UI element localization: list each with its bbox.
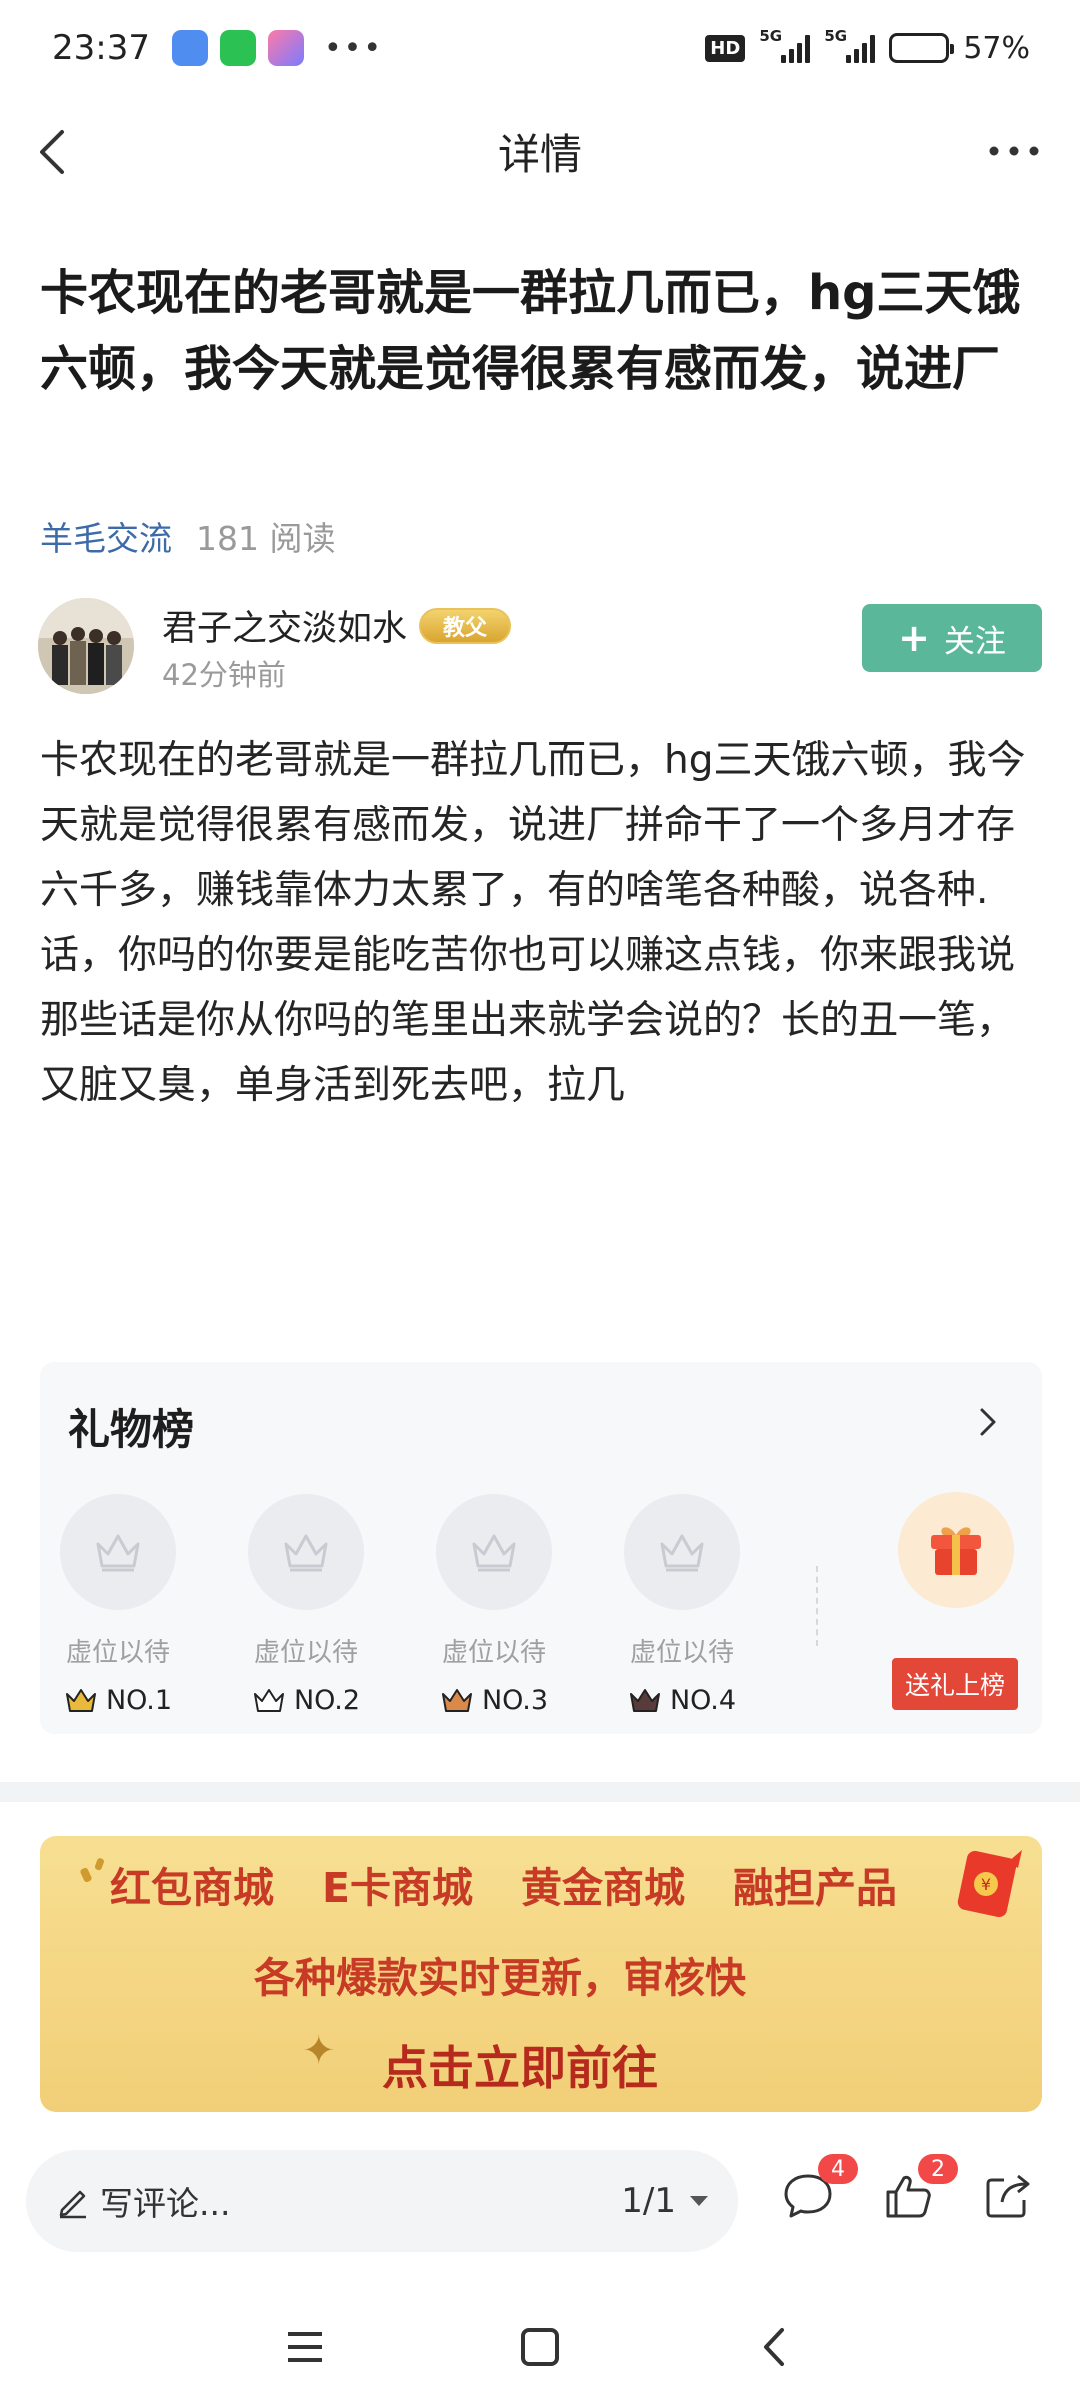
category-link[interactable]: 羊毛交流 bbox=[40, 512, 172, 560]
plus-icon: + bbox=[898, 616, 930, 660]
menu-icon[interactable] bbox=[280, 2322, 330, 2372]
network-type-label: 5G bbox=[824, 27, 848, 45]
rank-label: NO.1 bbox=[105, 1685, 173, 1716]
more-options-icon[interactable] bbox=[984, 126, 1044, 176]
empty-slot-crown-icon bbox=[436, 1494, 552, 1610]
crown-icon bbox=[253, 1688, 284, 1712]
avatar-photo-icon bbox=[38, 598, 134, 694]
comment-count-badge: 4 bbox=[818, 2154, 858, 2184]
avatar[interactable] bbox=[38, 598, 134, 694]
follow-label: 关注 bbox=[943, 623, 1006, 660]
slot-placeholder: 虚位以待 bbox=[629, 1638, 734, 1668]
like-count-badge: 2 bbox=[918, 2154, 958, 2184]
gift-ranking-title: 礼物榜 bbox=[68, 1405, 195, 1454]
system-back-icon[interactable] bbox=[750, 2322, 800, 2372]
banner-item: E卡商城 bbox=[322, 1864, 474, 1912]
battery-icon bbox=[889, 33, 955, 63]
banner-categories: 红包商城 E卡商城 黄金商城 融担产品 bbox=[110, 1854, 897, 1914]
empty-slot-crown-icon bbox=[624, 1494, 740, 1610]
slot-rank: NO.4 bbox=[622, 1685, 742, 1716]
signal-icon: 5G bbox=[759, 27, 811, 63]
empty-slot-crown-icon bbox=[248, 1494, 364, 1610]
back-arrow-icon[interactable] bbox=[28, 122, 88, 182]
read-count: 181 阅读 bbox=[196, 519, 336, 558]
author-name[interactable]: 君子之交淡如水 bbox=[162, 600, 407, 651]
top-nav-bar: 详情 bbox=[0, 96, 1080, 206]
pen-icon bbox=[59, 2190, 86, 2219]
crown-icon bbox=[629, 1688, 660, 1712]
status-bar: 23:37 ••• HD 5G 5G 57% bbox=[0, 0, 1080, 96]
gift-ranking-card: 礼物榜 虚位以待 NO.1 虚位以待 NO.2 虚位以待 NO.3 虚位以待 N… bbox=[40, 1362, 1042, 1734]
slot-rank: NO.3 bbox=[434, 1685, 554, 1716]
battery-percent: 57% bbox=[963, 30, 1030, 66]
mail-app-icon bbox=[171, 30, 208, 66]
promo-banner[interactable]: 红包商城 E卡商城 黄金商城 融担产品 各种爆款实时更新，审核快 ✦ 点击立即前… bbox=[40, 1836, 1042, 2112]
caret-down-icon bbox=[690, 2196, 708, 2206]
status-app-icons: ••• bbox=[171, 30, 384, 66]
rank-label: NO.2 bbox=[293, 1685, 361, 1716]
slot-rank: NO.1 bbox=[58, 1685, 178, 1716]
share-icon[interactable] bbox=[980, 2168, 1036, 2224]
post-time: 42分钟前 bbox=[162, 658, 286, 692]
hd-icon: HD bbox=[705, 34, 746, 62]
slot-placeholder: 虚位以待 bbox=[253, 1638, 358, 1668]
gift-slot[interactable]: 虚位以待 NO.2 bbox=[246, 1494, 366, 1716]
network-type-label: 5G bbox=[759, 27, 783, 45]
slot-rank: NO.2 bbox=[246, 1685, 366, 1716]
banner-item: 黄金商城 bbox=[521, 1864, 686, 1912]
gift-slot[interactable]: 虚位以待 NO.3 bbox=[434, 1494, 554, 1716]
page-selector[interactable]: 1/1 bbox=[621, 2181, 710, 2221]
post-body: 卡农现在的老哥就是一群拉几而已，hg三天饿六顿，我今天就是觉得很累有感而发，说进… bbox=[40, 738, 1026, 1108]
gift-slot[interactable]: 虚位以待 NO.1 bbox=[58, 1494, 178, 1716]
svg-text:¥: ¥ bbox=[981, 1875, 991, 1894]
gift-slot[interactable]: 虚位以待 NO.4 bbox=[622, 1494, 742, 1716]
author-name-row: 君子之交淡如水 教父 bbox=[162, 600, 512, 651]
banner-item: 融担产品 bbox=[733, 1864, 898, 1912]
slot-placeholder: 虚位以待 bbox=[65, 1638, 170, 1668]
banner-cta: 点击立即前往 bbox=[382, 2041, 658, 2095]
page-title: 详情 bbox=[497, 129, 582, 179]
home-icon[interactable] bbox=[515, 2322, 565, 2372]
author-row: 君子之交淡如水 教父 42分钟前 + 关注 bbox=[38, 598, 1042, 698]
comment-input[interactable]: 写评论... 1/1 bbox=[26, 2150, 738, 2252]
crown-icon bbox=[441, 1688, 472, 1712]
page-number: 1/1 bbox=[621, 2181, 676, 2221]
rank-label: NO.4 bbox=[669, 1685, 737, 1716]
chevron-right-icon[interactable] bbox=[968, 1402, 1008, 1442]
comment-placeholder: 写评论... bbox=[100, 2184, 231, 2223]
crown-icon bbox=[65, 1688, 96, 1712]
status-time: 23:37 bbox=[52, 28, 150, 68]
more-notifications-icon: ••• bbox=[323, 30, 384, 66]
send-gift-button[interactable]: 送礼上榜 bbox=[892, 1658, 1018, 1710]
gift-box-icon[interactable] bbox=[898, 1492, 1014, 1608]
empty-slot-crown-icon bbox=[60, 1494, 176, 1610]
bottom-action-bar: 写评论... 1/1 4 2 bbox=[0, 2124, 1080, 2286]
post-title: 卡农现在的老哥就是一群拉几而已，hg三天饿六顿，我今天就是觉得很累有感而发，说进… bbox=[40, 265, 1021, 397]
rank-label: NO.3 bbox=[481, 1685, 549, 1716]
wechat-app-icon bbox=[219, 30, 256, 66]
divider bbox=[816, 1566, 818, 1646]
post-meta: 羊毛交流 181 阅读 bbox=[40, 512, 335, 560]
follow-button[interactable]: + 关注 bbox=[862, 604, 1042, 672]
red-envelope-mascot-icon: ¥ bbox=[957, 1850, 1022, 1918]
banner-subtitle: 各种爆款实时更新，审核快 bbox=[254, 1954, 746, 2002]
slot-placeholder: 虚位以待 bbox=[441, 1638, 546, 1668]
section-separator bbox=[0, 1782, 1080, 1802]
banner-item: 红包商城 bbox=[110, 1864, 274, 1912]
game-app-icon bbox=[267, 30, 304, 66]
system-nav-bar bbox=[0, 2300, 1080, 2400]
status-indicators: HD 5G 5G 57% bbox=[705, 27, 1030, 66]
rank-badge: 教父 bbox=[419, 607, 512, 644]
signal-icon: 5G bbox=[824, 27, 876, 63]
